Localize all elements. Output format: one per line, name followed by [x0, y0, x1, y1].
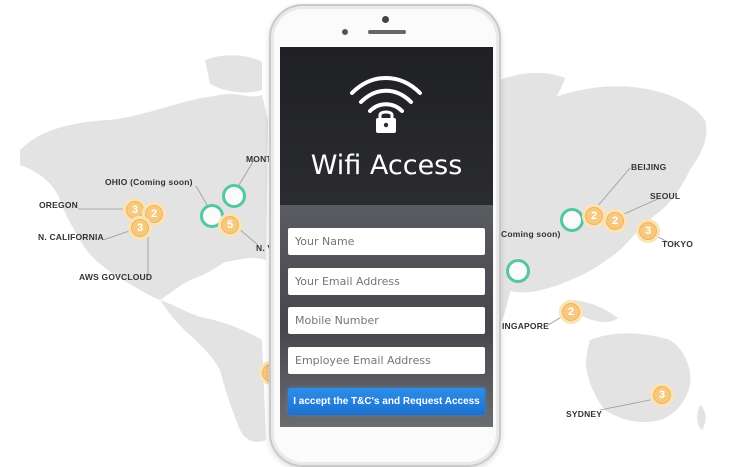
label-beijing: BEIJING [631, 162, 667, 172]
label-tokyo: TOKYO [662, 239, 694, 249]
label-n-california: N. CALIFORNIA [38, 232, 104, 242]
page-title: Wifi Access [310, 150, 463, 181]
name-field[interactable] [288, 228, 485, 255]
greenland-landmass [205, 55, 262, 93]
region-count-badge[interactable]: 3 [128, 216, 152, 240]
new-zealand-landmass [697, 405, 706, 430]
mobile-number-field[interactable] [288, 307, 485, 334]
proximity-sensor [342, 29, 348, 35]
region-count-badge[interactable]: 2 [559, 300, 583, 324]
request-access-button[interactable]: I accept the T&C's and Request Access [288, 388, 485, 415]
south-america-landmass [160, 300, 266, 442]
region-count-badge[interactable]: 3 [636, 219, 660, 243]
coming-soon-marker[interactable] [506, 259, 530, 283]
label-singapore: INGAPORE [502, 321, 549, 331]
phone-screen: Wifi Access I accept the T&C's and Reque… [280, 47, 493, 427]
label-coming-soon: Coming soon) [501, 229, 561, 239]
wifi-lock-icon [350, 76, 422, 133]
label-montreal: MONT [246, 154, 272, 164]
region-count-badge[interactable]: 5 [218, 213, 242, 237]
coming-soon-marker[interactable] [560, 208, 584, 232]
label-sydney: SYDNEY [566, 409, 603, 419]
phone-mockup: Wifi Access I accept the T&C's and Reque… [269, 4, 501, 467]
label-seoul: SEOUL [650, 191, 681, 201]
label-oregon: OREGON [39, 200, 78, 210]
email-field[interactable] [288, 268, 485, 295]
region-count-badge[interactable]: 3 [650, 383, 674, 407]
label-ohio: OHIO (Coming soon) [105, 177, 193, 187]
coming-soon-marker[interactable] [222, 184, 246, 208]
label-aws-govcloud: AWS GOVCLOUD [79, 272, 153, 282]
front-camera [382, 16, 389, 23]
asia-landmass [500, 86, 707, 293]
region-count-badge[interactable]: 2 [603, 209, 627, 233]
earpiece-speaker [368, 30, 406, 34]
region-count-badge[interactable]: 2 [582, 204, 606, 228]
employee-email-field[interactable] [288, 347, 485, 374]
